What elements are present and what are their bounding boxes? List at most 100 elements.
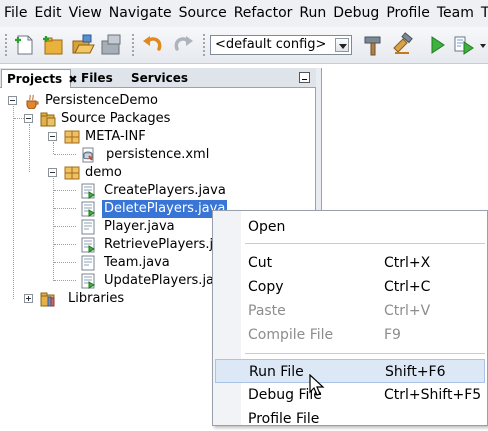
menu-item-label: Profile File [248,411,320,427]
mouse-cursor-icon [309,374,325,396]
toolbar-grip[interactable] [4,33,8,57]
build-button[interactable] [360,32,386,58]
menu-item-shortcut: Ctrl+V [384,303,431,319]
java-file-icon [80,273,96,289]
source-packages-icon [40,111,56,127]
tab-projects-label: Projects [7,72,63,86]
java-project-icon [24,93,40,109]
open-project-icon [72,34,95,54]
configuration-select[interactable]: <default config> [210,35,352,55]
menu-item-shortcut: Ctrl+X [384,255,431,271]
close-project-icon [101,34,121,55]
menu-profile[interactable]: Profile [382,0,433,27]
chevron-down-icon [480,44,486,48]
collapse-icon[interactable] [48,168,57,177]
new-project-icon [43,36,63,55]
tree-label: Player.java [104,219,175,234]
menu-item-shortcut: Ctrl+C [384,279,431,295]
menu-item-label: Compile File [248,327,334,343]
minimize-icon[interactable] [299,72,310,83]
menu-item-profile-file[interactable]: Profile File [215,407,485,431]
clean-build-icon [393,32,413,54]
collapse-icon[interactable] [24,114,33,123]
menu-debug[interactable]: Debug [329,0,382,27]
debug-icon [454,36,474,55]
tree-label: PersistenceDemo [45,93,158,108]
tree-label: Team.java [104,255,170,270]
collapse-icon[interactable] [8,96,17,105]
tab-files-label: Files [81,71,113,85]
new-file-icon [15,35,33,55]
toolbar-grip[interactable] [131,33,135,57]
tree-label: META-INF [85,129,146,144]
menu-separator [245,243,485,244]
libraries-icon [40,291,56,307]
tree-node-source-packages[interactable]: Source Packages [0,110,316,128]
menu-item-shortcut: Ctrl+Shift+F5 [384,387,482,403]
new-file-button[interactable] [12,32,38,58]
open-project-button[interactable] [70,32,96,58]
tab-files[interactable]: Files [76,69,118,88]
menu-source[interactable]: Source [175,0,230,27]
menu-edit[interactable]: Edit [30,0,64,27]
menu-item-label: Copy [248,279,284,295]
chevron-down-icon[interactable] [335,38,349,52]
tree-label: Libraries [68,291,125,306]
menu-file[interactable]: File [0,0,30,27]
redo-button[interactable] [170,32,196,58]
tree-node-persistence-xml[interactable]: persistence.xml [0,146,316,164]
run-button[interactable] [424,32,450,58]
menu-item-copy[interactable]: Copy Ctrl+C [215,275,485,299]
tree-node-project[interactable]: PersistenceDemo [0,92,316,110]
menu-navigate[interactable]: Navigate [105,0,175,27]
tab-services[interactable]: Services [126,69,193,88]
clean-build-button[interactable] [390,32,416,58]
menu-item-compile-file[interactable]: Compile File F9 [215,323,485,347]
menu-item-run-file[interactable]: Run File Shift+F6 [215,359,485,383]
panel-tabs: Projects ✖ Files Services [0,68,316,88]
menu-team[interactable]: Team [433,0,477,27]
collapse-icon[interactable] [48,132,57,141]
undo-button[interactable] [140,32,166,58]
menu-item-open[interactable]: Open [215,215,485,239]
new-project-button[interactable] [40,32,66,58]
redo-icon [174,36,193,51]
menu-view[interactable]: View [65,0,105,27]
tree-label-selected: DeletePlayers.java [102,200,228,218]
menu-item-label: Open [248,219,286,235]
tab-services-label: Services [131,71,189,85]
expand-icon[interactable] [24,294,33,303]
menu-bar: File Edit View Navigate Source Refactor … [0,0,488,27]
tree-node-meta-inf[interactable]: META-INF [0,128,316,146]
tree-node-demo-package[interactable]: demo [0,164,316,182]
tree-node-java-file[interactable]: CreatePlayers.java [0,182,316,200]
menu-run[interactable]: Run [295,0,329,27]
debug-button[interactable] [452,32,478,58]
menu-item-label: Cut [248,255,273,271]
menu-tools[interactable]: T [477,0,488,27]
menu-item-label: Paste [248,303,286,319]
tab-projects[interactable]: Projects ✖ [1,69,77,88]
menu-item-debug-file[interactable]: Debug File Ctrl+Shift+F5 [215,383,485,407]
menu-item-shortcut: F9 [384,327,401,343]
java-file-icon [80,255,96,271]
debug-dropdown-button[interactable] [478,32,488,58]
run-icon [431,36,445,54]
menu-item-cut[interactable]: Cut Ctrl+X [215,251,485,275]
toolbar: <default config> [0,27,488,64]
package-icon [64,165,80,181]
tree-label: CreatePlayers.java [104,183,226,198]
tree-label: persistence.xml [106,147,210,162]
close-project-button[interactable] [98,32,124,58]
package-icon [64,129,80,145]
menu-refactor[interactable]: Refactor [230,0,296,27]
menu-item-label: Run File [249,364,304,380]
menu-item-paste[interactable]: Paste Ctrl+V [215,299,485,323]
toolbar-grip[interactable] [202,33,206,57]
java-file-icon [80,219,96,235]
java-file-icon [80,183,96,199]
menu-separator [245,353,485,354]
context-menu: Open Cut Ctrl+X Copy Ctrl+C Paste Ctrl+V… [212,210,488,427]
configuration-value: <default config> [215,37,327,52]
undo-icon [143,36,162,51]
